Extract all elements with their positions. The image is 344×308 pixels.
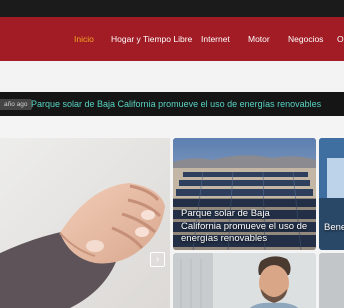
header-spacer [0, 61, 344, 92]
top-bar [0, 0, 344, 17]
story-card-person[interactable] [173, 253, 316, 308]
story-card-partial-right[interactable]: Bene inye [319, 138, 344, 250]
news-ticker: año ago Parque solar de Baja California … [0, 92, 344, 116]
story-thumbnail-image [319, 253, 344, 308]
nav-item-hogar-y-tiempo-libre[interactable]: Hogar y Tiempo Libre [111, 17, 192, 61]
nav-item-internet[interactable]: Internet [201, 17, 230, 61]
main-navigation: Inicio Hogar y Tiempo Libre Internet Mot… [0, 17, 344, 61]
content-spacer [0, 116, 344, 138]
ticker-time-badge: año ago [0, 99, 32, 110]
nav-item-motor[interactable]: Motor [248, 17, 270, 61]
story-title-solar-park[interactable]: Parque solar de Baja California promueve… [181, 208, 311, 246]
story-title-partial-right[interactable]: Bene inye [324, 222, 344, 235]
smiling-man-image [173, 253, 316, 308]
ticker-headline-link[interactable]: Parque solar de Baja California promueve… [31, 92, 321, 116]
featured-story-card[interactable]: › [0, 138, 170, 308]
nav-item-negocios[interactable]: Negocios [288, 17, 323, 61]
story-card-partial-bottom-right[interactable] [319, 253, 344, 308]
nav-item-inicio[interactable]: Inicio [74, 17, 94, 61]
chevron-right-icon[interactable]: › [150, 252, 165, 267]
nav-item-overflow[interactable]: O [337, 17, 344, 61]
clasped-hands-image [0, 138, 170, 308]
story-card-solar-park[interactable]: Parque solar de Baja California promueve… [173, 138, 316, 250]
